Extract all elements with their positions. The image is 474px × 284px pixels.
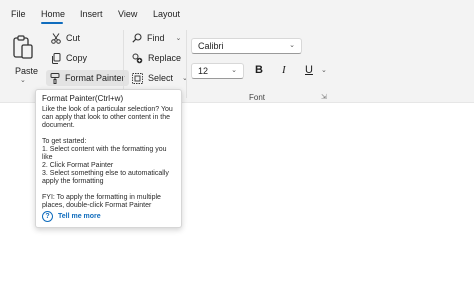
select-chevron-icon[interactable]: ⌄ <box>182 74 188 82</box>
menu-file[interactable]: File <box>11 9 26 19</box>
menu-layout[interactable]: Layout <box>153 9 180 19</box>
tell-me-more-label: Tell me more <box>58 212 101 220</box>
underline-button[interactable]: U <box>305 64 313 76</box>
font-family-value: Calibri <box>198 41 224 51</box>
tooltip-step: 2. Click Format Painter <box>42 162 114 169</box>
replace-label: Replace <box>148 53 182 63</box>
find-label: Find <box>147 33 165 43</box>
paste-label: Paste <box>15 66 39 76</box>
font-size-value: 12 <box>198 66 209 76</box>
copy-icon <box>52 52 61 64</box>
paintbrush-icon <box>50 72 60 84</box>
menu-bar: File Home Insert View Layout <box>0 0 474 26</box>
tell-me-more-link[interactable]: ? Tell me more <box>42 211 101 222</box>
format-painter-button[interactable]: Format Painter <box>46 70 129 86</box>
menu-insert[interactable]: Insert <box>80 9 103 19</box>
replace-button[interactable]: Replace <box>128 50 185 66</box>
cut-label: Cut <box>66 33 81 43</box>
select-icon <box>132 72 143 84</box>
font-family-combobox[interactable]: Calibri ⌄ <box>191 38 302 54</box>
copy-label: Copy <box>66 53 88 63</box>
dialog-launcher-icon[interactable]: ⇲ <box>321 93 327 101</box>
scissors-icon <box>51 32 61 44</box>
find-button[interactable]: Find ⌄ <box>128 30 185 46</box>
clipboard-icon <box>13 35 33 59</box>
select-button[interactable]: Select ⌄ <box>128 70 192 86</box>
menu-home[interactable]: Home <box>41 9 65 19</box>
format-painter-tooltip: Format Painter(Ctrl+w) Like the look of … <box>35 89 182 228</box>
menu-view[interactable]: View <box>118 9 137 19</box>
tooltip-description: Like the look of a particular selection?… <box>42 106 173 129</box>
copy-button[interactable]: Copy <box>47 50 91 66</box>
select-label: Select <box>148 73 174 83</box>
cut-button[interactable]: Cut <box>47 30 84 46</box>
tooltip-fyi: FYI: To apply the formatting in multiple… <box>42 194 161 209</box>
help-icon: ? <box>42 211 53 222</box>
chevron-down-icon[interactable]: ⌄ <box>289 41 295 49</box>
font-group-label: Font <box>249 93 266 102</box>
group-divider <box>186 30 187 98</box>
tooltip-title: Format Painter(Ctrl+w) <box>42 94 124 103</box>
font-size-combobox[interactable]: 12 ⌄ <box>191 63 244 79</box>
paste-chevron-icon[interactable]: ⌄ <box>20 76 26 84</box>
tooltip-step: 1. Select content with the formatting yo… <box>42 146 167 161</box>
bold-button[interactable]: B <box>255 64 263 76</box>
replace-icon <box>132 53 143 63</box>
format-painter-label: Format Painter <box>65 73 125 83</box>
underline-chevron-icon[interactable]: ⌄ <box>321 66 327 74</box>
find-chevron-icon[interactable]: ⌄ <box>176 34 182 42</box>
tooltip-step: 3. Select something else to automaticall… <box>42 170 169 185</box>
group-divider <box>123 30 124 98</box>
tooltip-steps-heading: To get started: <box>42 138 87 145</box>
search-icon <box>132 33 142 43</box>
italic-button[interactable]: I <box>282 64 286 76</box>
chevron-down-icon[interactable]: ⌄ <box>231 66 237 74</box>
active-tab-indicator <box>41 22 63 24</box>
